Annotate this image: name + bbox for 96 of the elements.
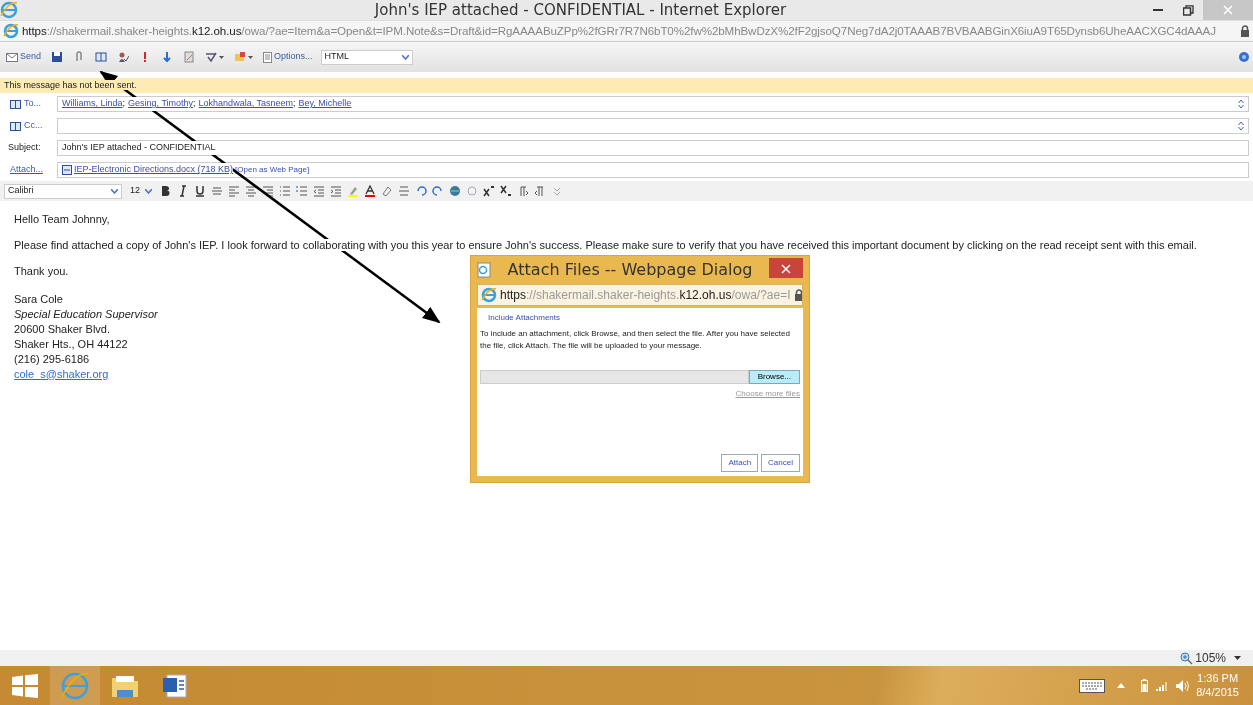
browser-logo-icon [61, 671, 89, 700]
decrease-indent-icon[interactable] [313, 185, 325, 197]
save-icon [51, 51, 64, 63]
section-heading: Include Attachments [487, 312, 562, 324]
signature-line: 20600 Shaker Blvd. [14, 321, 110, 337]
signal-icon[interactable] [1156, 680, 1169, 691]
attach-link[interactable]: Attach... [0, 163, 57, 177]
subject-field[interactable]: John's IEP attached - CONFIDENTIAL [57, 140, 1249, 156]
font-size-dropdown[interactable]: 12 [127, 183, 155, 199]
scroll-arrows-icon[interactable] [1238, 121, 1244, 131]
address-book-icon [10, 121, 21, 131]
undo-icon[interactable] [415, 185, 427, 197]
cancel-button[interactable]: Cancel [761, 454, 800, 472]
signature-title: Special Education Supervisor [14, 306, 158, 322]
left-to-right-icon[interactable] [517, 185, 529, 197]
attach-button[interactable]: Attach [721, 454, 759, 472]
cc-field[interactable] [57, 118, 1249, 134]
italic-icon[interactable] [177, 185, 189, 197]
attachment-link[interactable]: IEP-Electronic Directions.docx (718 KB) [74, 163, 234, 177]
instructions-text: To include an attachment, click Browse, and then select the file. After you have selected the file, click Attach. The file will be uploaded to your message. [480, 328, 791, 352]
greeting-text: Hello Team Johnny, [14, 213, 110, 227]
subject-label: Subject: [7, 141, 42, 155]
attachment-file-icon [62, 165, 72, 175]
browser-logo-icon [3, 23, 19, 39]
highlighter-icon[interactable] [347, 185, 359, 197]
dialog-close-button[interactable] [769, 258, 803, 278]
browse-button[interactable]: Browse... [748, 370, 800, 384]
scroll-arrows-icon[interactable] [1238, 99, 1244, 109]
page-icon [477, 262, 491, 278]
email-link[interactable]: cole_s@shaker.org [14, 367, 109, 380]
close-icon [1223, 5, 1233, 15]
envelope-icon [6, 52, 18, 62]
bold-icon[interactable] [160, 185, 172, 197]
page-icon [263, 51, 273, 63]
spell-check-icon [205, 51, 218, 63]
address-book-icon [95, 51, 108, 63]
globe-link-icon[interactable] [449, 185, 461, 197]
font-color-icon[interactable] [364, 185, 376, 197]
options-button[interactable]: Options... [261, 47, 315, 67]
zoom-in-icon [1180, 651, 1194, 665]
superscript-icon[interactable] [483, 185, 495, 197]
message-paragraph: Please find attached a copy of John's IEP. I look forward to collaborating with you this year to ensure John's success. Please make sure to verify that you have received this important document by clicking on the read receipt sent with this email. [14, 239, 1197, 252]
signature-line: (216) 295-6186 [14, 351, 90, 367]
subscript-icon[interactable] [500, 185, 512, 197]
window-title: John's IEP attached - CONFIDENTIAL - Internet Explorer [373, 0, 788, 21]
right-to-left-icon[interactable] [534, 185, 546, 197]
browser-logo-icon [0, 1, 18, 19]
minimize-icon [1153, 9, 1163, 11]
to-field[interactable]: Williams, Linda; Gesing, Timothy; Lokhandwala, Tasneem; Bey, Michelle [57, 96, 1249, 112]
eraser-icon[interactable] [381, 185, 393, 197]
strikethrough-icon[interactable] [211, 185, 223, 197]
file-path-field[interactable] [480, 370, 749, 384]
align-center-icon[interactable] [245, 185, 257, 197]
down-arrow-icon [161, 51, 174, 63]
address-book-icon [10, 99, 21, 109]
open-as-web-page-link[interactable]: [Open as Web Page] [235, 164, 310, 176]
align-left-icon[interactable] [228, 185, 240, 197]
close-icon [781, 263, 791, 274]
check-names-icon [117, 51, 130, 63]
send-button[interactable]: Send [4, 47, 44, 67]
recipient-link[interactable]: Bey, Michelle [298, 97, 352, 111]
closing-text: Thank you. [14, 265, 69, 279]
dropdown-caret-icon [219, 55, 225, 59]
dropdown-caret-icon [401, 54, 409, 60]
windows-logo-icon [12, 673, 38, 698]
format-dropdown[interactable]: HTML [320, 49, 413, 65]
restore-icon [1182, 4, 1194, 16]
recipient-link[interactable]: Williams, Linda [62, 97, 123, 111]
signature-line: Shaker Hts., OH 44122 [14, 336, 128, 352]
font-dropdown[interactable]: Calibri [4, 183, 122, 199]
keyboard-icon [1079, 678, 1106, 693]
dropdown-caret-icon [248, 55, 254, 59]
underline-icon[interactable] [194, 185, 206, 197]
recipient-link[interactable]: Lokhandwala, Tasneem [198, 97, 293, 111]
zoom-button[interactable]: 105% [1178, 648, 1228, 668]
dropdown-caret-icon [145, 188, 152, 194]
dropdown-caret-icon [111, 188, 118, 194]
show-hidden-icons-icon[interactable] [1117, 683, 1126, 688]
horizontal-rule-icon[interactable] [398, 185, 410, 197]
align-right-icon[interactable] [262, 185, 274, 197]
dropdown-caret-icon[interactable] [1234, 656, 1241, 660]
battery-icon[interactable] [1141, 679, 1149, 692]
bulleted-list-icon[interactable] [279, 185, 291, 197]
redo-icon[interactable] [432, 185, 444, 197]
document-icon [183, 51, 196, 63]
signature-line: Sara Cole [14, 291, 63, 307]
notice-text: This message has not been sent. [4, 80, 137, 90]
numbered-list-icon[interactable] [296, 185, 308, 197]
increase-indent-icon[interactable] [330, 185, 342, 197]
document-app-icon [162, 672, 188, 699]
cc-button[interactable]: Cc... [0, 118, 57, 134]
folder-icon [111, 673, 139, 698]
speaker-icon[interactable] [1176, 679, 1191, 692]
dialog-title: Attach Files -- Webpage Dialog [506, 259, 754, 281]
to-button[interactable]: To... [0, 96, 57, 112]
lock-icon [1240, 25, 1250, 37]
